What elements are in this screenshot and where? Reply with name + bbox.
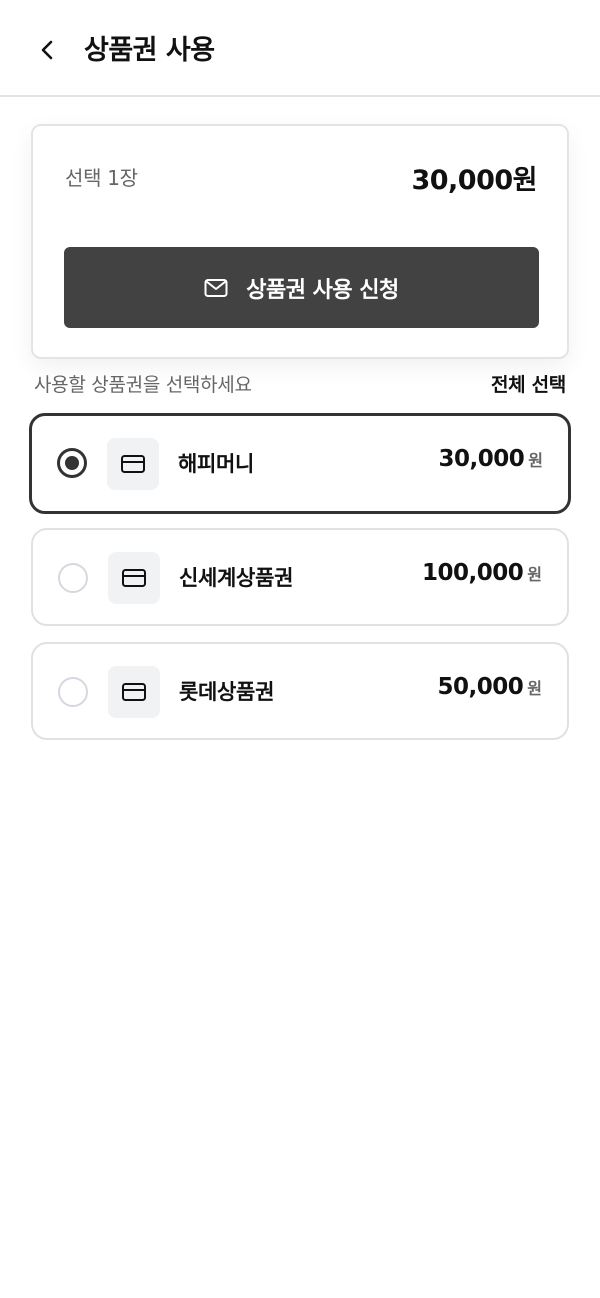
amount-unit: 원	[528, 451, 543, 470]
voucher-item-lotte[interactable]: 롯데상품권 50,000 원	[31, 642, 569, 740]
amount-unit: 원	[527, 679, 542, 698]
amount-value: 100,000	[422, 560, 524, 586]
voucher-name: 해피머니	[178, 452, 255, 476]
select-all-button[interactable]: 전체 선택	[491, 370, 566, 397]
selected-total-amount: 30,000원	[411, 165, 537, 196]
app-header: 상품권 사용	[0, 0, 600, 97]
voucher-item-shinsegae[interactable]: 신세계상품권 100,000 원	[31, 528, 569, 626]
radio-checked[interactable]	[57, 448, 87, 478]
apply-voucher-button[interactable]: 상품권 사용 신청	[64, 247, 539, 328]
voucher-amount: 30,000 원	[439, 446, 544, 472]
card-icon	[107, 438, 159, 490]
voucher-list-header: 사용할 상품권을 선택하세요 전체 선택	[34, 368, 566, 398]
voucher-amount: 50,000 원	[438, 674, 543, 700]
voucher-amount: 100,000 원	[422, 560, 542, 586]
voucher-item-happymoney[interactable]: 해피머니 30,000 원	[29, 413, 571, 514]
page-title: 상품권 사용	[84, 35, 215, 66]
card-icon	[108, 666, 160, 718]
voucher-name: 신세계상품권	[179, 566, 294, 590]
apply-button-label: 상품권 사용 신청	[246, 277, 399, 303]
back-button[interactable]	[30, 32, 66, 68]
voucher-name: 롯데상품권	[179, 680, 275, 704]
radio-unchecked[interactable]	[58, 677, 88, 707]
amount-value: 50,000	[437, 674, 524, 700]
card-icon	[108, 552, 160, 604]
selection-summary-card: 선택 1장 30,000원 상품권 사용 신청	[31, 124, 569, 359]
amount-unit: 원	[527, 565, 542, 584]
selected-count-label: 선택 1장	[65, 166, 138, 190]
chevron-left-icon	[41, 40, 53, 60]
radio-unchecked[interactable]	[58, 563, 88, 593]
mail-icon	[204, 278, 228, 297]
amount-value: 30,000	[438, 446, 525, 472]
voucher-select-hint: 사용할 상품권을 선택하세요	[34, 374, 252, 396]
